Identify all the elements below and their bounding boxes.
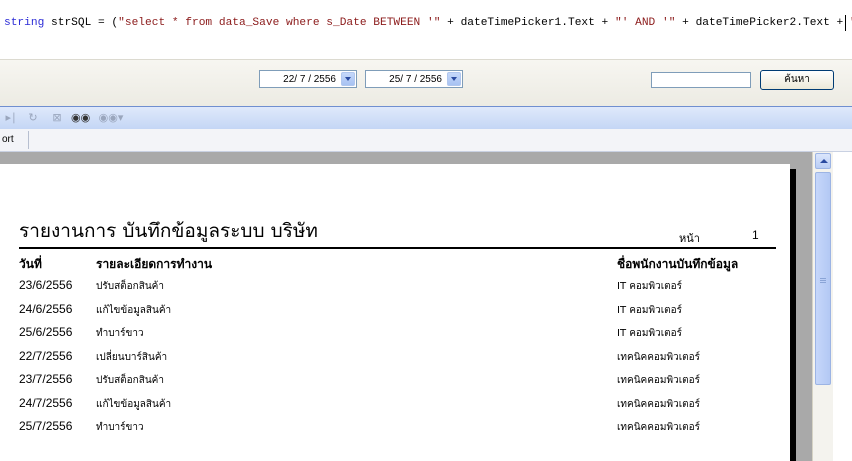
stop-icon[interactable]: ⊠ xyxy=(49,110,65,126)
row-employee: เทคนิคคอมพิวเตอร์ xyxy=(617,399,701,410)
sql-code-text: string strSQL = ("select * from data_Sav… xyxy=(4,17,852,29)
row-date: 24/6/2556 xyxy=(19,302,73,316)
row-employee: เทคนิคคอมพิวเตอร์ xyxy=(617,375,701,386)
header-rule xyxy=(19,247,776,249)
report-toolbar: ▸∣ ↻ ⊠ ◉◉ ◉◉▾ xyxy=(0,106,852,130)
column-header-detail: รายละเอียดการทำงาน xyxy=(96,257,213,271)
page-number: 1 xyxy=(752,228,759,242)
row-detail: เปลี่ยนบาร์สินค้า xyxy=(96,352,168,363)
row-date: 24/7/2556 xyxy=(19,396,73,410)
tab-divider xyxy=(28,131,29,149)
report-title: รายงานการ บันทึกข้อมูลระบบ บริษัท xyxy=(19,220,318,242)
row-employee: เทคนิคคอมพิวเตอร์ xyxy=(617,422,701,433)
chevron-down-icon[interactable] xyxy=(447,72,461,86)
row-detail: แก้ไขข้อมูลสินค้า xyxy=(96,399,172,410)
column-header-employee: ชื่อพนักงานบันทึกข้อมูล xyxy=(617,257,739,271)
grip-icon xyxy=(820,278,826,279)
code-keyword: string xyxy=(4,17,45,29)
row-detail: ปรับสต็อกสินค้า xyxy=(96,281,164,292)
refresh-icon[interactable]: ↻ xyxy=(25,110,41,126)
row-detail: ทำบาร์ขาว xyxy=(96,328,144,339)
row-date: 23/6/2556 xyxy=(19,278,73,292)
row-date: 23/7/2556 xyxy=(19,372,73,386)
date-from-picker[interactable]: 22/ 7 / 2556 xyxy=(259,70,357,88)
next-page-icon[interactable]: ▸∣ xyxy=(3,110,19,126)
chevron-down-icon[interactable] xyxy=(341,72,355,86)
row-detail: แก้ไขข้อมูลสินค้า xyxy=(96,305,172,316)
search-button[interactable]: ค้นหา xyxy=(760,70,834,90)
row-employee: IT คอมพิวเตอร์ xyxy=(617,328,683,339)
find-next-icon[interactable]: ◉◉▾ xyxy=(96,110,126,126)
page-label: หน้า xyxy=(679,232,700,245)
column-header-date: วันที่ xyxy=(19,257,42,271)
binoculars-icon[interactable]: ◉◉ xyxy=(71,110,90,126)
export-tab[interactable]: ort xyxy=(2,134,14,145)
scroll-up-icon[interactable] xyxy=(815,153,831,169)
row-date: 22/7/2556 xyxy=(19,349,73,363)
search-panel: 22/ 7 / 2556 25/ 7 / 2556 ค้นหา xyxy=(0,59,852,106)
vertical-scrollbar[interactable] xyxy=(812,152,833,461)
export-tabstrip: ort xyxy=(0,129,852,152)
row-detail: ทำบาร์ขาว xyxy=(96,422,144,433)
date-to-picker[interactable]: 25/ 7 / 2556 xyxy=(365,70,463,88)
page-shadow xyxy=(790,169,796,461)
report-viewer: รายงานการ บันทึกข้อมูลระบบ บริษัท หน้า 1… xyxy=(0,152,818,461)
row-date: 25/6/2556 xyxy=(19,325,73,339)
code-editor-line: string strSQL = ("select * from data_Sav… xyxy=(0,0,852,46)
row-detail: ปรับสต็อกสินค้า xyxy=(96,375,164,386)
row-date: 25/7/2556 xyxy=(19,419,73,433)
search-input[interactable] xyxy=(651,72,751,88)
text-caret xyxy=(845,15,846,31)
report-page: รายงานการ บันทึกข้อมูลระบบ บริษัท หน้า 1… xyxy=(0,164,790,461)
row-employee: เทคนิคคอมพิวเตอร์ xyxy=(617,352,701,363)
scroll-thumb[interactable] xyxy=(815,172,831,385)
row-employee: IT คอมพิวเตอร์ xyxy=(617,305,683,316)
row-employee: IT คอมพิวเตอร์ xyxy=(617,281,683,292)
